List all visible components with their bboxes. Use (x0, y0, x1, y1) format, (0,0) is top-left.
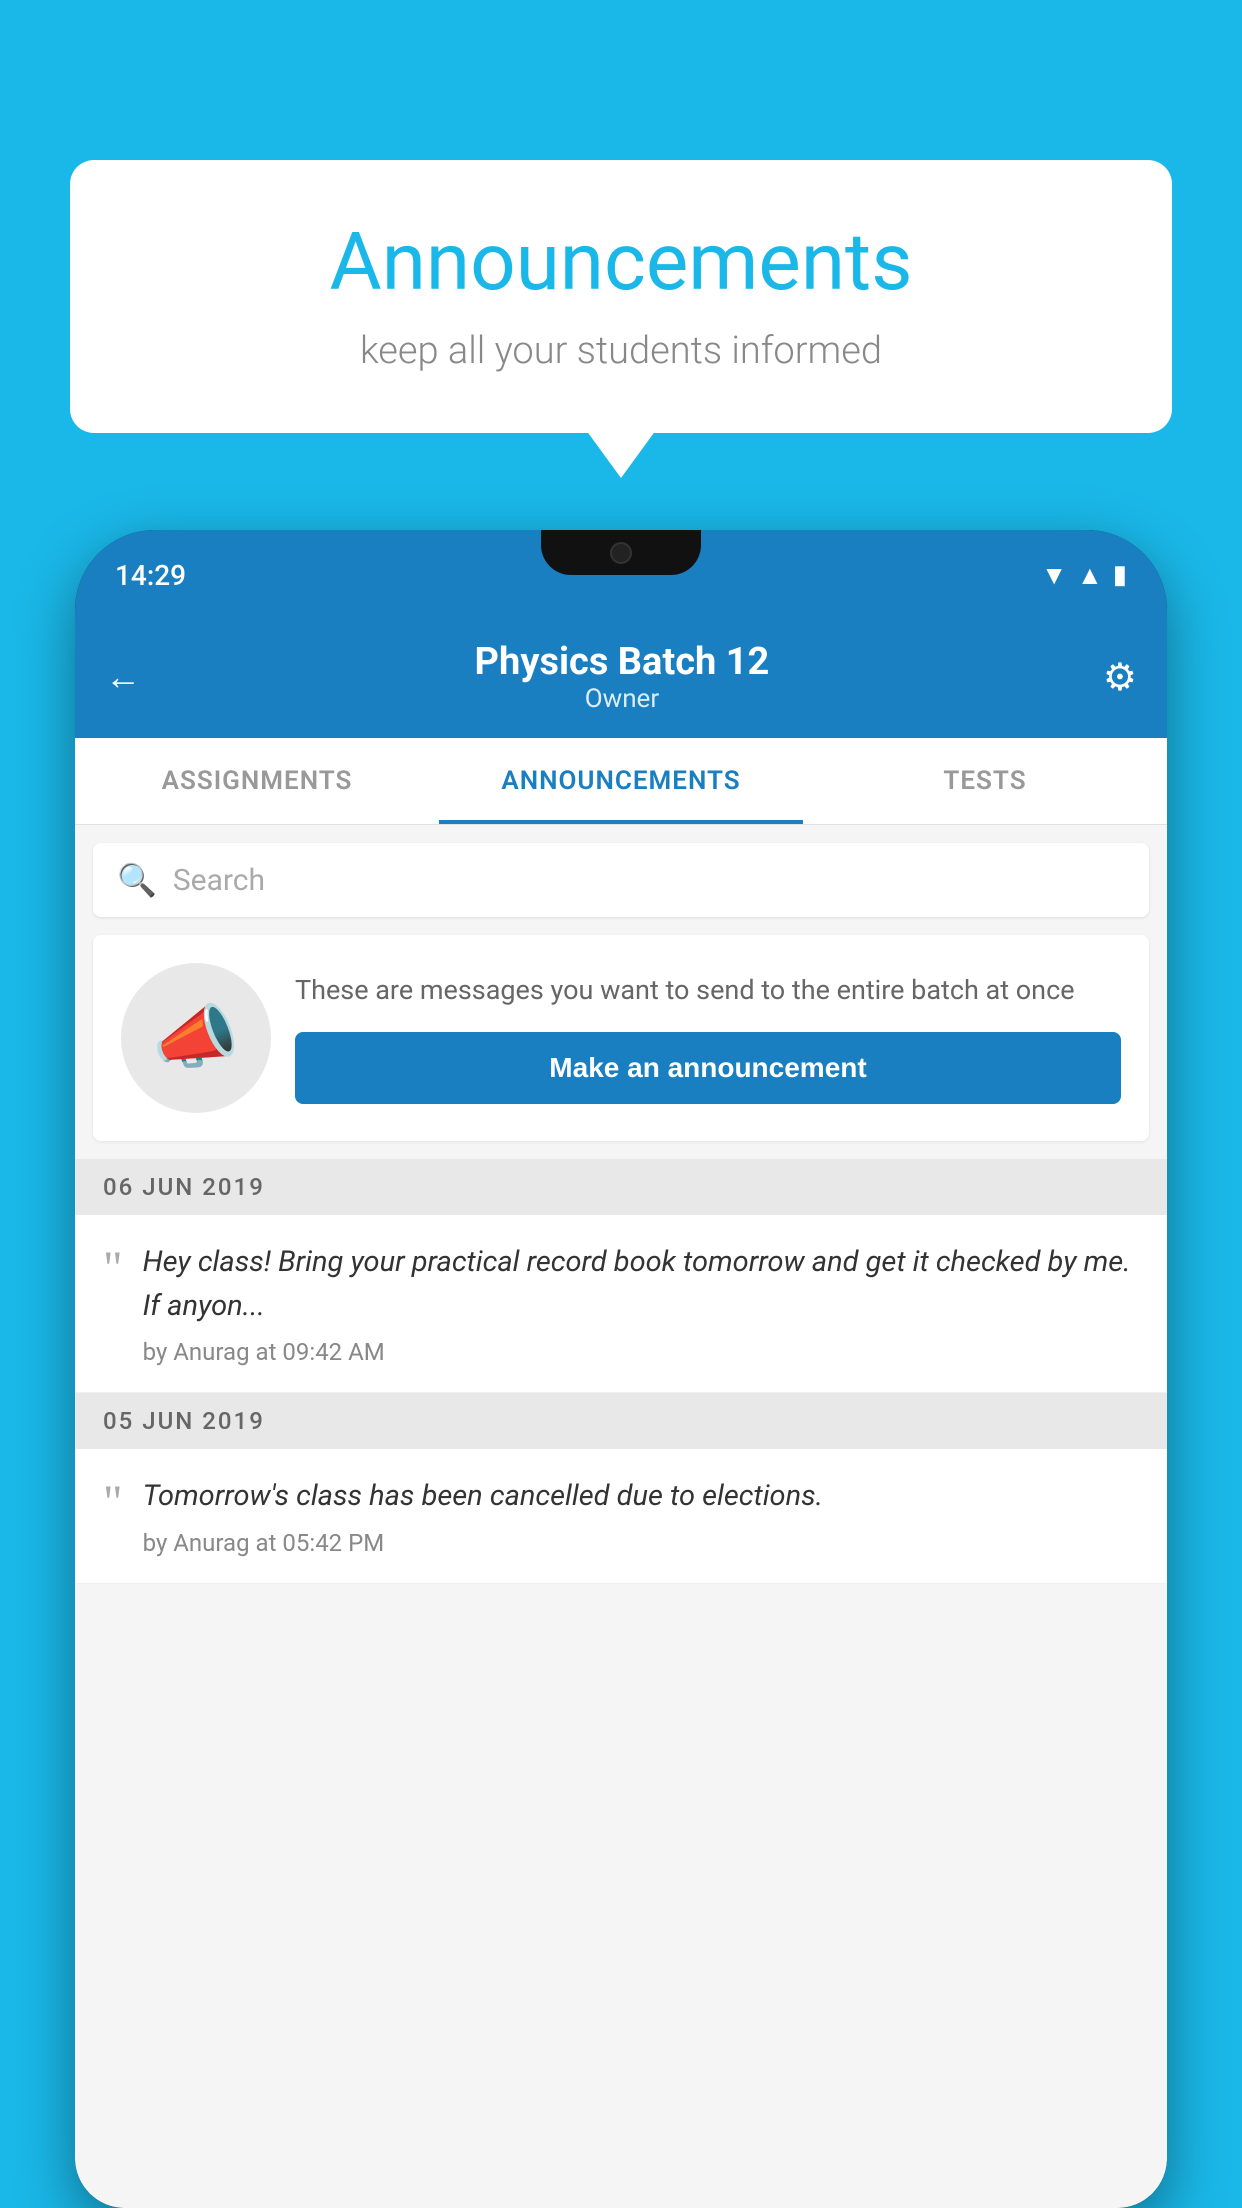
phone-content: 🔍 Search 📣 These are messages you want t… (75, 825, 1167, 2208)
batch-title: Physics Batch 12 (475, 640, 770, 684)
quote-icon-2: " (103, 1479, 123, 1527)
search-placeholder: Search (173, 863, 265, 898)
phone-notch (541, 530, 701, 575)
announcement-item-2[interactable]: " Tomorrow's class has been cancelled du… (75, 1449, 1167, 1584)
phone-frame: 14:29 ▼ ▲ ▮ ← Physics Batch 12 Owner ⚙ A… (75, 530, 1167, 2208)
promo-right: These are messages you want to send to t… (295, 972, 1121, 1104)
speech-bubble-title: Announcements (130, 215, 1112, 309)
header-title-group: Physics Batch 12 Owner (475, 640, 770, 714)
announcement-text-group-2: Tomorrow's class has been cancelled due … (143, 1475, 1139, 1557)
announcement-text-2: Tomorrow's class has been cancelled due … (143, 1475, 1139, 1519)
phone-inner: ← Physics Batch 12 Owner ⚙ ASSIGNMENTS A… (75, 620, 1167, 2208)
tabs-container: ASSIGNMENTS ANNOUNCEMENTS TESTS (75, 738, 1167, 825)
tab-tests[interactable]: TESTS (803, 738, 1167, 824)
status-time: 14:29 (115, 559, 186, 592)
speech-bubble: Announcements keep all your students inf… (70, 160, 1172, 433)
phone-camera (610, 542, 632, 564)
settings-icon[interactable]: ⚙ (1103, 655, 1137, 700)
promo-description: These are messages you want to send to t… (295, 972, 1121, 1010)
tab-announcements[interactable]: ANNOUNCEMENTS (439, 738, 803, 824)
owner-label: Owner (475, 684, 770, 714)
search-icon: 🔍 (117, 861, 157, 899)
announcement-text-1: Hey class! Bring your practical record b… (143, 1241, 1139, 1328)
search-bar[interactable]: 🔍 Search (93, 843, 1149, 917)
promo-icon-circle: 📣 (121, 963, 271, 1113)
make-announcement-button[interactable]: Make an announcement (295, 1032, 1121, 1104)
back-button[interactable]: ← (105, 656, 141, 698)
speech-bubble-container: Announcements keep all your students inf… (70, 160, 1172, 433)
announcement-meta-1: by Anurag at 09:42 AM (143, 1338, 1139, 1366)
announcement-text-group-1: Hey class! Bring your practical record b… (143, 1241, 1139, 1366)
speech-bubble-subtitle: keep all your students informed (130, 329, 1112, 373)
status-icons: ▼ ▲ ▮ (1041, 560, 1127, 591)
date-separator-1: 06 JUN 2019 (75, 1159, 1167, 1215)
battery-icon: ▮ (1113, 560, 1127, 590)
promo-card: 📣 These are messages you want to send to… (93, 935, 1149, 1141)
date-separator-2: 05 JUN 2019 (75, 1393, 1167, 1449)
megaphone-icon: 📣 (152, 997, 239, 1079)
wifi-icon: ▼ (1041, 560, 1067, 591)
signal-icon: ▲ (1077, 560, 1103, 591)
quote-icon-1: " (103, 1245, 123, 1293)
announcement-item-1[interactable]: " Hey class! Bring your practical record… (75, 1215, 1167, 1393)
announcement-meta-2: by Anurag at 05:42 PM (143, 1529, 1139, 1557)
status-bar: 14:29 ▼ ▲ ▮ (75, 530, 1167, 620)
app-header: ← Physics Batch 12 Owner ⚙ (75, 620, 1167, 738)
tab-assignments[interactable]: ASSIGNMENTS (75, 738, 439, 824)
